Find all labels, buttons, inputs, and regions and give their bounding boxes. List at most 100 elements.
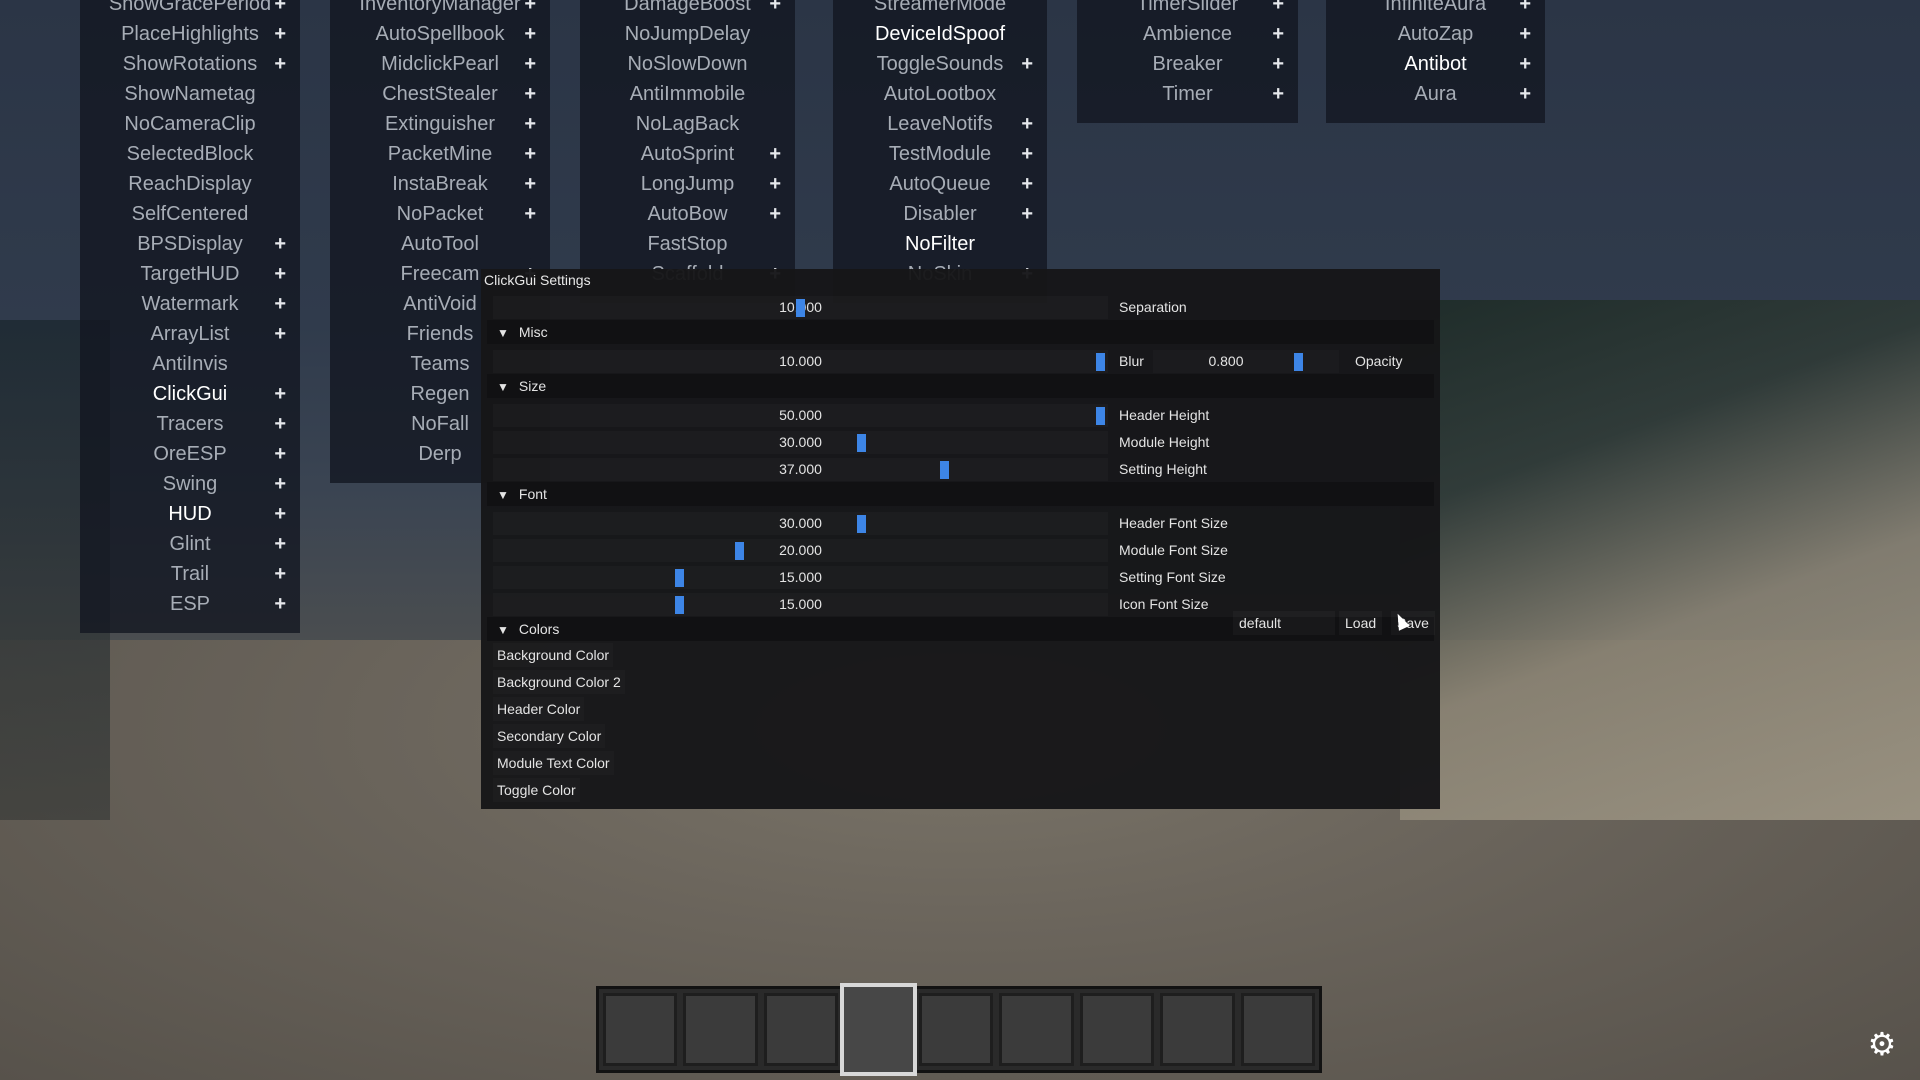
expand-plus-icon[interactable]: +	[274, 229, 286, 259]
category-misc[interactable]: ▼ Misc	[487, 320, 1434, 344]
module-item[interactable]: AntiInvis	[80, 349, 300, 379]
expand-plus-icon[interactable]: +	[524, 79, 536, 109]
module-item[interactable]: FastStop	[580, 229, 795, 259]
expand-plus-icon[interactable]: +	[524, 169, 536, 199]
module-item[interactable]: NoCameraClip	[80, 109, 300, 139]
color-setting[interactable]: Module Text Color	[493, 751, 614, 775]
module-item[interactable]: Timer +	[1077, 79, 1298, 109]
module-item[interactable]: PlaceHighlights +	[80, 19, 300, 49]
module-item[interactable]: SelectedBlock	[80, 139, 300, 169]
expand-plus-icon[interactable]: +	[274, 0, 286, 19]
expand-plus-icon[interactable]: +	[274, 529, 286, 559]
expand-plus-icon[interactable]: +	[1021, 199, 1033, 229]
slider-thumb[interactable]	[856, 434, 866, 452]
expand-plus-icon[interactable]: +	[274, 439, 286, 469]
expand-plus-icon[interactable]: +	[1519, 79, 1531, 109]
module-item[interactable]: InventoryManager +	[330, 0, 550, 19]
module-item[interactable]: Disabler +	[833, 199, 1047, 229]
module-item[interactable]: NoFilter	[833, 229, 1047, 259]
expand-plus-icon[interactable]: +	[769, 139, 781, 169]
expand-plus-icon[interactable]: +	[274, 49, 286, 79]
hotbar-slot[interactable]	[999, 993, 1074, 1066]
module-item[interactable]: NoPacket +	[330, 199, 550, 229]
module-item[interactable]: LongJump +	[580, 169, 795, 199]
module-item[interactable]: AutoQueue +	[833, 169, 1047, 199]
expand-plus-icon[interactable]: +	[1021, 109, 1033, 139]
expand-plus-icon[interactable]: +	[274, 559, 286, 589]
expand-plus-icon[interactable]: +	[1272, 49, 1284, 79]
slider-thumb[interactable]	[674, 569, 684, 587]
slider-thumb[interactable]	[1095, 353, 1105, 371]
gear-icon[interactable]: ⚙	[1866, 1028, 1898, 1060]
expand-plus-icon[interactable]: +	[1519, 19, 1531, 49]
expand-plus-icon[interactable]: +	[274, 319, 286, 349]
module-item[interactable]: ESP +	[80, 589, 300, 619]
module-item[interactable]: AutoBow +	[580, 199, 795, 229]
expand-plus-icon[interactable]: +	[1021, 169, 1033, 199]
module-item[interactable]: NoSlowDown	[580, 49, 795, 79]
module-item[interactable]: InfiniteAura +	[1326, 0, 1545, 19]
module-item[interactable]: OreESP +	[80, 439, 300, 469]
module-item[interactable]: AutoLootbox	[833, 79, 1047, 109]
module-item[interactable]: Glint +	[80, 529, 300, 559]
expand-plus-icon[interactable]: +	[1272, 0, 1284, 19]
expand-plus-icon[interactable]: +	[769, 0, 781, 19]
module-item[interactable]: NoLagBack	[580, 109, 795, 139]
expand-plus-icon[interactable]: +	[769, 199, 781, 229]
color-setting[interactable]: Header Color	[493, 697, 584, 721]
module-item[interactable]: Ambience +	[1077, 19, 1298, 49]
module-item[interactable]: MidclickPearl +	[330, 49, 550, 79]
category-font[interactable]: ▼ Font	[487, 482, 1434, 506]
expand-plus-icon[interactable]: +	[1519, 0, 1531, 19]
expand-plus-icon[interactable]: +	[524, 0, 536, 19]
module-item[interactable]: TargetHUD +	[80, 259, 300, 289]
module-item[interactable]: Watermark +	[80, 289, 300, 319]
module-item[interactable]: SelfCentered	[80, 199, 300, 229]
hotbar-slot[interactable]	[763, 993, 839, 1066]
expand-plus-icon[interactable]: +	[274, 19, 286, 49]
expand-plus-icon[interactable]: +	[274, 409, 286, 439]
expand-plus-icon[interactable]: +	[274, 499, 286, 529]
module-item[interactable]: AutoSprint +	[580, 139, 795, 169]
config-load-button[interactable]: Load	[1339, 611, 1382, 635]
expand-plus-icon[interactable]: +	[524, 109, 536, 139]
expand-plus-icon[interactable]: +	[274, 379, 286, 409]
expand-plus-icon[interactable]: +	[524, 139, 536, 169]
slider-thumb[interactable]	[939, 461, 949, 479]
module-item[interactable]: Aura +	[1326, 79, 1545, 109]
expand-plus-icon[interactable]: +	[1021, 49, 1033, 79]
module-item[interactable]: DamageBoost +	[580, 0, 795, 19]
hotbar-slot[interactable]	[603, 993, 678, 1066]
hotbar-slot[interactable]	[1240, 993, 1315, 1066]
module-item[interactable]: ReachDisplay	[80, 169, 300, 199]
expand-plus-icon[interactable]: +	[1272, 19, 1284, 49]
module-item[interactable]: ShowGracePeriod +	[80, 0, 300, 19]
module-item[interactable]: LeaveNotifs +	[833, 109, 1047, 139]
expand-plus-icon[interactable]: +	[769, 169, 781, 199]
slider-thumb[interactable]	[856, 515, 866, 533]
slider-thumb[interactable]	[735, 542, 745, 560]
module-item[interactable]: InstaBreak +	[330, 169, 550, 199]
module-item[interactable]: AutoTool	[330, 229, 550, 259]
hotbar-slot[interactable]	[918, 993, 994, 1066]
color-setting[interactable]: Secondary Color	[493, 724, 605, 748]
module-item[interactable]: Antibot +	[1326, 49, 1545, 79]
expand-plus-icon[interactable]: +	[274, 259, 286, 289]
expand-plus-icon[interactable]: +	[524, 49, 536, 79]
module-item[interactable]: DeviceIdSpoof	[833, 19, 1047, 49]
expand-plus-icon[interactable]: +	[1021, 139, 1033, 169]
expand-plus-icon[interactable]: +	[274, 589, 286, 619]
expand-plus-icon[interactable]: +	[1272, 79, 1284, 109]
expand-plus-icon[interactable]: +	[274, 469, 286, 499]
module-item[interactable]: BPSDisplay +	[80, 229, 300, 259]
color-setting[interactable]: Background Color 2	[493, 670, 625, 694]
slider-thumb[interactable]	[674, 596, 684, 614]
module-item[interactable]: ToggleSounds +	[833, 49, 1047, 79]
module-item[interactable]: ShowRotations +	[80, 49, 300, 79]
expand-plus-icon[interactable]: +	[274, 289, 286, 319]
module-item[interactable]: StreamerMode	[833, 0, 1047, 19]
opacity-slider-thumb[interactable]	[1293, 353, 1303, 371]
category-size[interactable]: ▼ Size	[487, 374, 1434, 398]
hotbar-slot[interactable]	[1079, 993, 1155, 1066]
module-item[interactable]: PacketMine +	[330, 139, 550, 169]
